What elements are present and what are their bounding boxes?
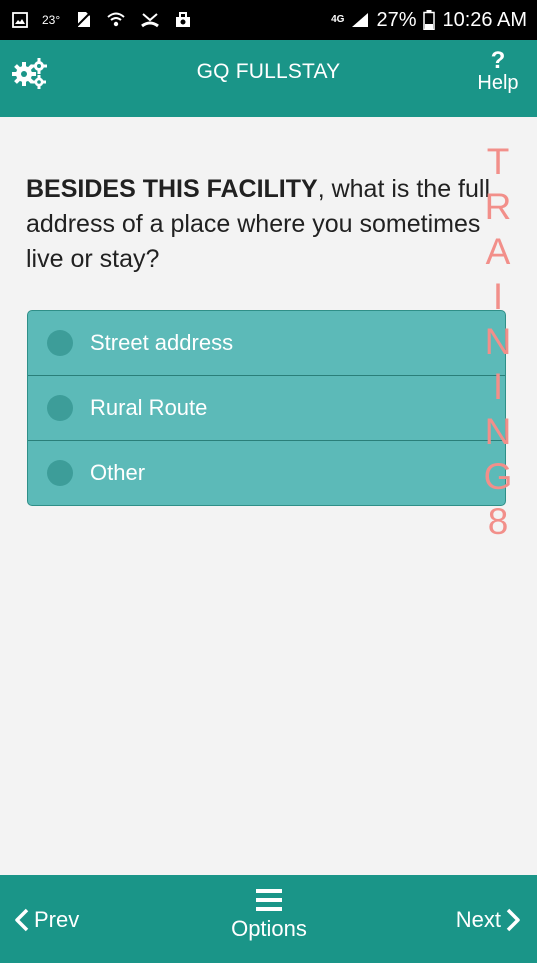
menu-icon xyxy=(256,889,282,911)
radio-button[interactable] xyxy=(47,460,73,486)
question-text: BESIDES THIS FACILITY, what is the full … xyxy=(26,172,496,277)
status-system: 4G 27% 10:26 AM xyxy=(331,0,527,40)
question-emphasis: BESIDES THIS FACILITY xyxy=(26,175,318,203)
radio-button[interactable] xyxy=(47,330,73,356)
no-sim-icon xyxy=(74,11,92,29)
weather-temperature: 23° xyxy=(42,13,61,27)
option-rural-route[interactable]: Rural Route xyxy=(28,376,505,441)
network-type: 4G xyxy=(331,14,345,25)
status-bar: 23° 4G 27% 10:26 AM xyxy=(0,0,537,40)
options-button[interactable]: Options xyxy=(219,888,319,942)
option-street-address[interactable]: Street address xyxy=(28,311,505,376)
app-title: GQ FULLSTAY xyxy=(196,60,341,83)
help-icon: ? xyxy=(490,47,506,74)
option-label: Other xyxy=(90,460,146,485)
next-button[interactable]: Next xyxy=(456,907,521,933)
missed-call-icon xyxy=(140,11,160,29)
prev-button[interactable]: Prev xyxy=(14,907,79,933)
radio-button[interactable] xyxy=(47,395,73,421)
options-label: Options xyxy=(231,916,307,941)
signal-icon xyxy=(351,12,369,28)
battery-icon xyxy=(423,10,436,30)
question-content: BESIDES THIS FACILITY, what is the full … xyxy=(0,117,537,875)
prev-label: Prev xyxy=(34,907,80,932)
option-other[interactable]: Other xyxy=(28,441,505,505)
app-bar: GQ FULLSTAY ? Help xyxy=(0,40,537,117)
wifi-call-icon xyxy=(106,11,126,29)
screenshot-icon xyxy=(174,11,192,29)
gallery-notification-icon xyxy=(12,12,28,28)
chevron-left-icon xyxy=(15,908,29,932)
battery-percent: 27% xyxy=(376,8,417,31)
survey-screen: 23° 4G 27% 10:26 AM GQ FULLSTAY ? Help B… xyxy=(0,0,537,963)
chevron-right-icon xyxy=(506,908,520,932)
status-notifications: 23° xyxy=(12,0,192,40)
option-label: Street address xyxy=(90,330,234,355)
help-label: Help xyxy=(477,72,519,94)
answer-options: Street address Rural Route Other xyxy=(27,310,506,506)
clock: 10:26 AM xyxy=(442,8,527,31)
option-label: Rural Route xyxy=(90,395,208,420)
bottom-navigation: Prev Options Next xyxy=(0,875,537,963)
next-label: Next xyxy=(455,907,501,932)
help-button[interactable]: ? Help xyxy=(473,47,523,102)
